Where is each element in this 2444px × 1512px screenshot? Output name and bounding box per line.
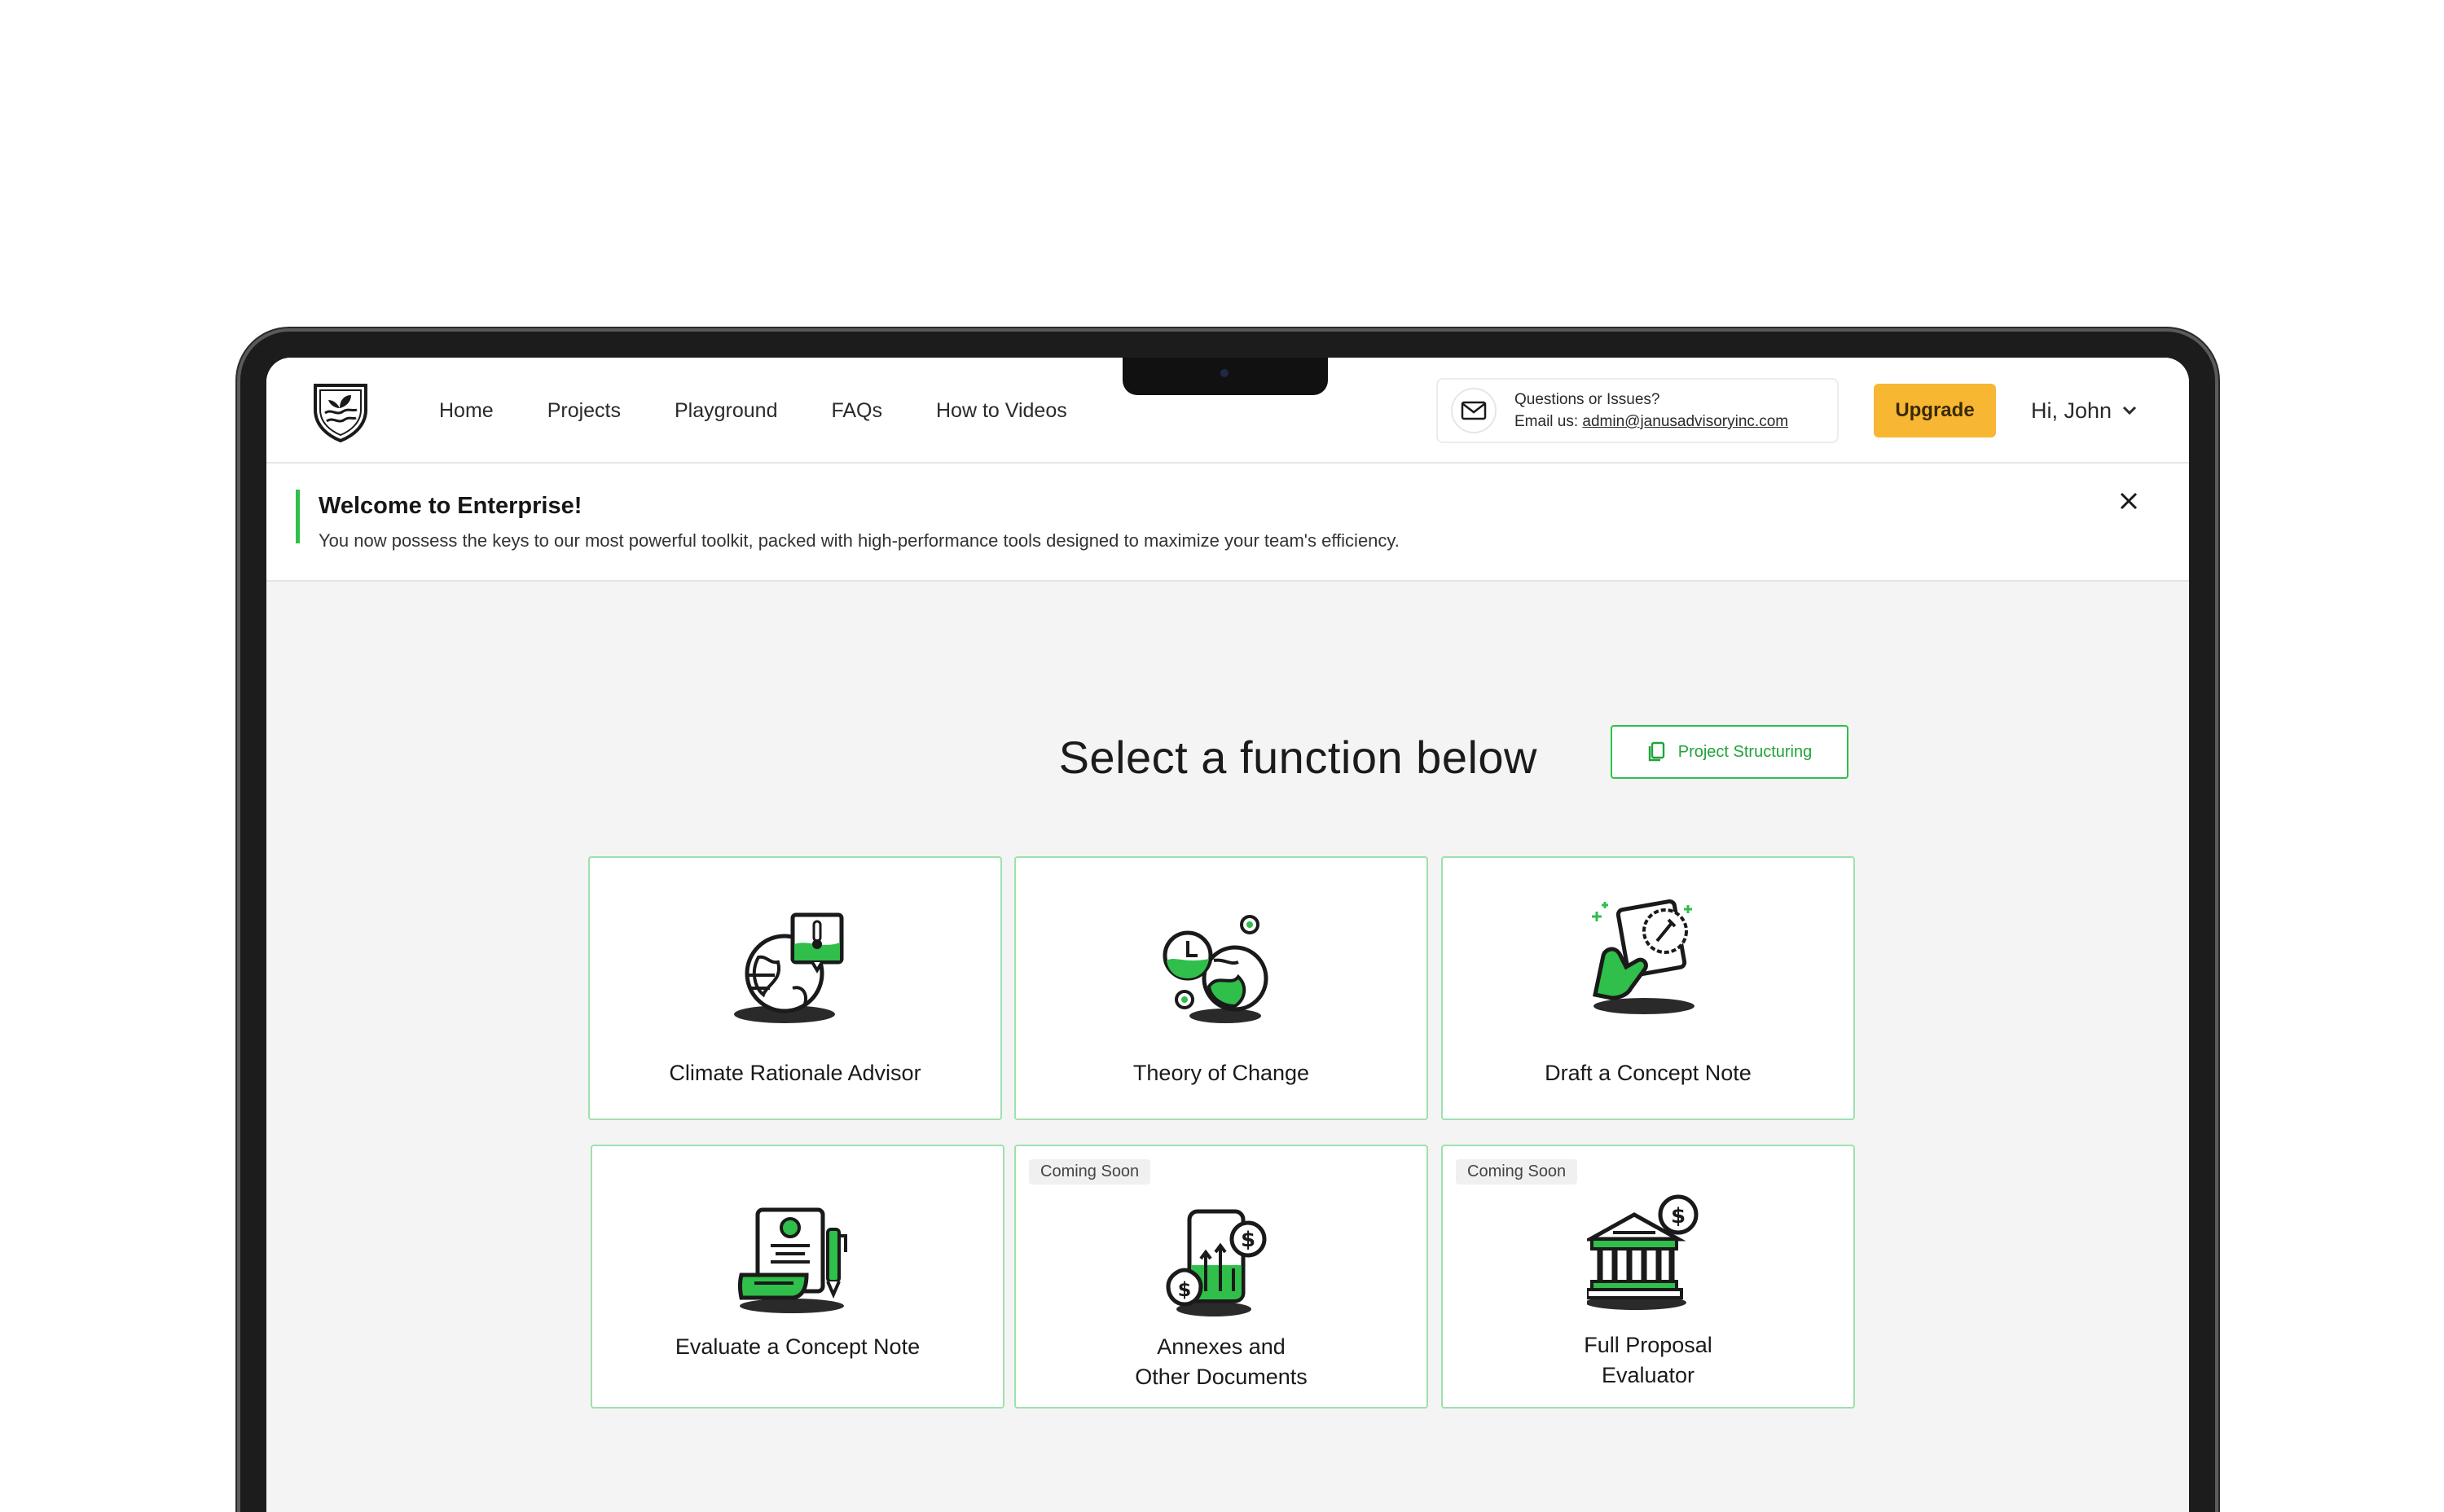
project-structuring-label: Project Structuring [1677,742,1813,761]
card-label-line1: Annexes and [1157,1334,1286,1359]
card-draft-concept-note[interactable]: Draft a Concept Note [1441,856,1855,1120]
camera-notch [1123,358,1328,395]
card-label: Climate Rationale Advisor [669,1061,921,1085]
welcome-banner: Welcome to Enterprise! You now possess t… [266,464,2189,582]
card-evaluate-concept-note[interactable]: Evaluate a Concept Note [591,1145,1004,1409]
chevron-down-icon [2123,406,2137,415]
nav-playground[interactable]: Playground [675,399,777,423]
bank-dollar-icon: $ [1587,1194,1699,1310]
svg-text:$: $ [1241,1228,1255,1252]
card-annexes-other-documents[interactable]: Coming Soon $ $ Annexes and Other Docume… [1014,1145,1428,1409]
svg-text:$: $ [1671,1204,1686,1228]
contact-title: Questions or Issues? [1514,391,1660,408]
nav-home[interactable]: Home [439,399,494,423]
project-structuring-button[interactable]: Project Structuring [1611,725,1848,779]
page-heading: Select a function below [1058,732,1537,783]
card-label-line2: Evaluator [1601,1363,1695,1387]
contact-box: Questions or Issues? Email us: admin@jan… [1436,378,1839,443]
document-icon [1648,741,1664,762]
card-theory-of-change[interactable]: Theory of Change [1014,856,1428,1120]
card-climate-rationale-advisor[interactable]: Climate Rationale Advisor [588,856,1002,1120]
theory-change-icon [1163,915,1268,1023]
banner-title: Welcome to Enterprise! [319,493,582,519]
mail-icon [1451,388,1497,433]
shield-logo-icon[interactable] [312,380,369,442]
svg-text:$: $ [1178,1278,1192,1301]
contact-email-link[interactable]: admin@janusadvisoryinc.com [1582,413,1788,430]
nav-projects[interactable]: Projects [547,399,621,423]
banner-text: You now possess the keys to our most pow… [319,530,1400,551]
coming-soon-badge: Coming Soon [1029,1159,1151,1185]
page-heading-wrap: Select a function below [266,731,1537,784]
contact-prefix: Email us: [1514,413,1583,430]
coming-soon-badge: Coming Soon [1456,1159,1578,1185]
card-label: Evaluate a Concept Note [675,1334,921,1359]
card-label: Draft a Concept Note [1545,1061,1752,1085]
nav-how-to-videos[interactable]: How to Videos [936,399,1067,423]
close-icon[interactable] [2114,486,2143,516]
user-menu[interactable]: Hi, John [2031,384,2138,437]
contact-text: Questions or Issues? Email us: admin@jan… [1514,389,1788,433]
globe-thermometer-icon [734,912,844,1023]
app-screen: Home Projects Playground FAQs How to Vid… [266,358,2189,1512]
upgrade-button[interactable]: Upgrade [1874,384,1996,437]
banner-accent-bar [296,490,300,543]
user-greeting: Hi, John [2031,398,2112,423]
card-full-proposal-evaluator[interactable]: Coming Soon $ Full Proposal Evaluator [1441,1145,1855,1409]
card-label: Full Proposal Evaluator [1443,1330,1853,1391]
camera-dot [1220,369,1229,377]
document-badge-hand-icon [1592,899,1695,1014]
card-label-line1: Full Proposal [1584,1333,1712,1357]
certificate-pen-icon [738,1207,847,1313]
nav-faqs[interactable]: FAQs [831,399,882,423]
card-label-line2: Other Documents [1135,1365,1308,1389]
card-label: Theory of Change [1132,1061,1310,1085]
laptop-frame: Home Projects Playground FAQs How to Vid… [237,328,2218,1512]
main-nav: Home Projects Playground FAQs How to Vid… [439,358,1121,464]
phone-money-icon: $ $ [1166,1209,1267,1316]
card-label: Annexes and Other Documents [1016,1332,1426,1392]
